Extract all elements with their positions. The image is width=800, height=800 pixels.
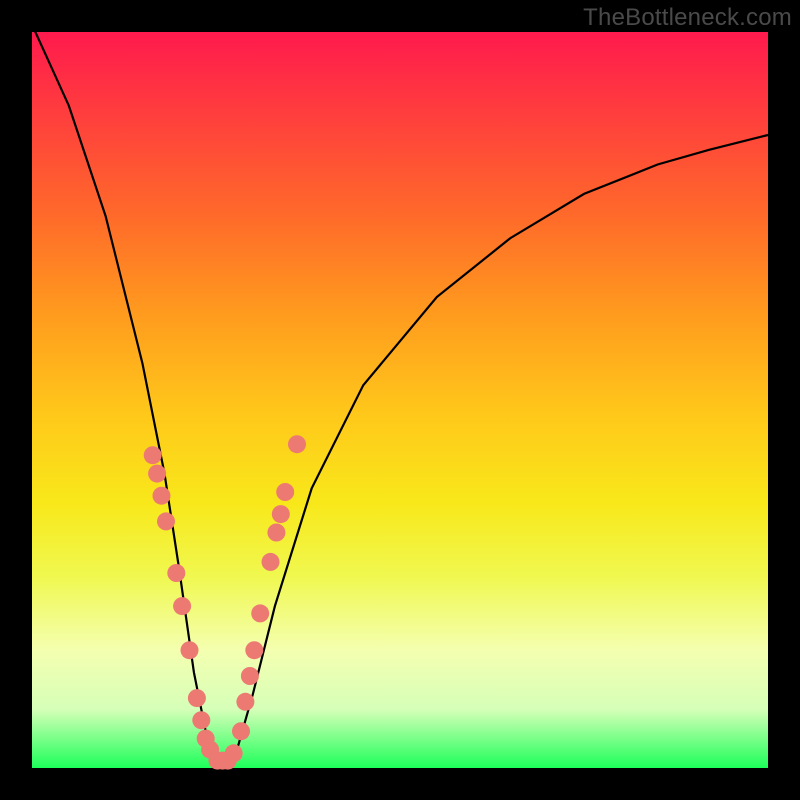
sample-dot xyxy=(192,711,210,729)
sample-dot xyxy=(241,667,259,685)
sample-dot xyxy=(188,689,206,707)
sample-dot xyxy=(288,435,306,453)
sample-dot xyxy=(153,487,171,505)
sample-dot xyxy=(236,693,254,711)
sample-dot xyxy=(144,446,162,464)
sample-dot xyxy=(272,505,290,523)
sample-dot xyxy=(173,597,191,615)
sample-dot xyxy=(167,564,185,582)
sample-dot xyxy=(262,553,280,571)
curve-svg xyxy=(32,32,768,768)
chart-frame: TheBottleneck.com xyxy=(0,0,800,800)
watermark-text: TheBottleneck.com xyxy=(583,4,792,32)
sample-dot xyxy=(157,512,175,530)
sample-dot xyxy=(267,524,285,542)
sample-dot xyxy=(181,641,199,659)
sample-dot xyxy=(148,465,166,483)
sample-dot xyxy=(225,744,243,762)
sample-dot xyxy=(245,641,263,659)
sample-dot xyxy=(251,604,269,622)
bottleneck-curve xyxy=(32,25,768,761)
plot-area xyxy=(32,32,768,768)
sample-dot xyxy=(232,722,250,740)
sample-dot xyxy=(276,483,294,501)
highlighted-samples xyxy=(144,435,306,769)
